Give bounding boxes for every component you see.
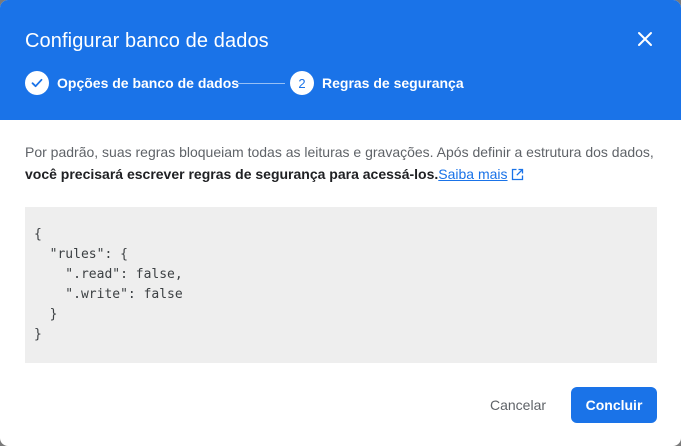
step-1-indicator <box>25 71 49 95</box>
check-icon <box>31 78 43 88</box>
dialog-title: Configurar banco de dados <box>25 30 269 52</box>
code-line: ".read": false, <box>34 267 183 282</box>
description: Por padrão, suas regras bloqueiam todas … <box>25 141 665 185</box>
stepper: Opções de banco de dados 2 Regras de seg… <box>25 70 665 96</box>
description-bold-text: você precisará escrever regras de segura… <box>25 166 439 182</box>
code-line: } <box>34 307 58 322</box>
code-line: { <box>34 227 42 242</box>
step-security-rules[interactable]: 2 Regras de segurança <box>290 70 464 96</box>
close-icon <box>638 32 652 46</box>
security-rules-code: { "rules": { ".read": false, ".write": f… <box>25 207 657 363</box>
step-connector <box>238 83 285 84</box>
code-line: ".write": false <box>34 287 183 302</box>
done-button[interactable]: Concluir <box>571 387 657 423</box>
open-in-new-icon <box>511 168 523 181</box>
dialog-header: Configurar banco de dados Opções de banc… <box>0 0 681 120</box>
step-database-options[interactable]: Opções de banco de dados <box>25 70 239 96</box>
step-1-label: Opções de banco de dados <box>57 75 240 91</box>
dialog-actions: Cancelar Concluir <box>0 387 681 423</box>
learn-more-link[interactable]: Saiba mais <box>438 166 523 182</box>
description-text: Por padrão, suas regras bloqueiam todas … <box>25 144 654 160</box>
step-2-label: Regras de segurança <box>322 75 464 91</box>
cancel-button[interactable]: Cancelar <box>477 387 559 423</box>
step-2-indicator: 2 <box>290 71 314 95</box>
code-line: } <box>34 327 42 342</box>
learn-more-label: Saiba mais <box>438 166 508 182</box>
code-line: "rules": { <box>34 247 128 262</box>
configure-database-dialog: Configurar banco de dados Opções de banc… <box>0 0 681 446</box>
close-button[interactable] <box>630 24 660 54</box>
